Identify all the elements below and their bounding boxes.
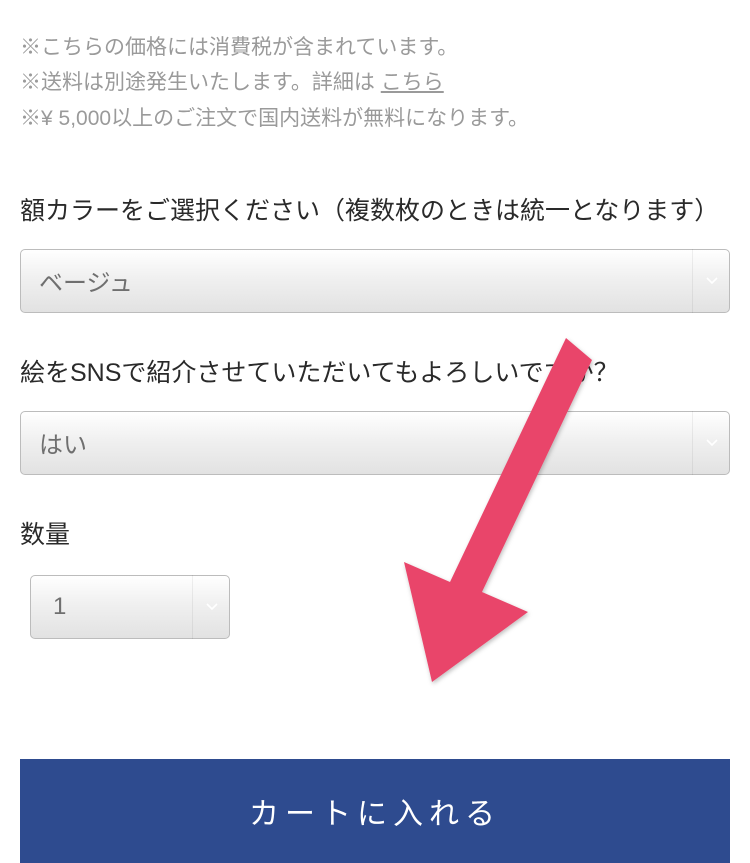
quantity-group: 数量 1: [20, 515, 730, 639]
notice-shipping-text: ※送料は別途発生いたします。詳細は: [20, 71, 375, 94]
notice-tax: ※こちらの価格には消費税が含まれています。: [20, 30, 730, 65]
notice-shipping: ※送料は別途発生いたします。詳細は こちら: [20, 65, 730, 100]
quantity-label: 数量: [20, 515, 730, 555]
frame-color-label: 額カラーをご選択ください（複数枚のときは統一となります）: [20, 191, 730, 231]
frame-color-group: 額カラーをご選択ください（複数枚のときは統一となります） ベージュ: [20, 191, 730, 313]
quantity-select-wrapper: 1: [30, 575, 230, 639]
sns-permission-group: 絵をSNSで紹介させていただいてもよろしいですか？ はい: [20, 353, 730, 475]
frame-color-select[interactable]: ベージュ: [20, 249, 730, 313]
frame-color-select-wrapper: ベージュ: [20, 249, 730, 313]
sns-permission-label: 絵をSNSで紹介させていただいてもよろしいですか？: [20, 353, 730, 393]
notice-free-shipping: ※¥ 5,000以上のご注文で国内送料が無料になります。: [20, 101, 730, 136]
quantity-select[interactable]: 1: [30, 575, 230, 639]
add-to-cart-button[interactable]: カートに入れる: [20, 759, 730, 863]
shipping-details-link[interactable]: こちら: [381, 71, 444, 94]
sns-permission-select-wrapper: はい: [20, 411, 730, 475]
sns-permission-select[interactable]: はい: [20, 411, 730, 475]
notice-block: ※こちらの価格には消費税が含まれています。 ※送料は別途発生いたします。詳細は …: [20, 30, 730, 136]
